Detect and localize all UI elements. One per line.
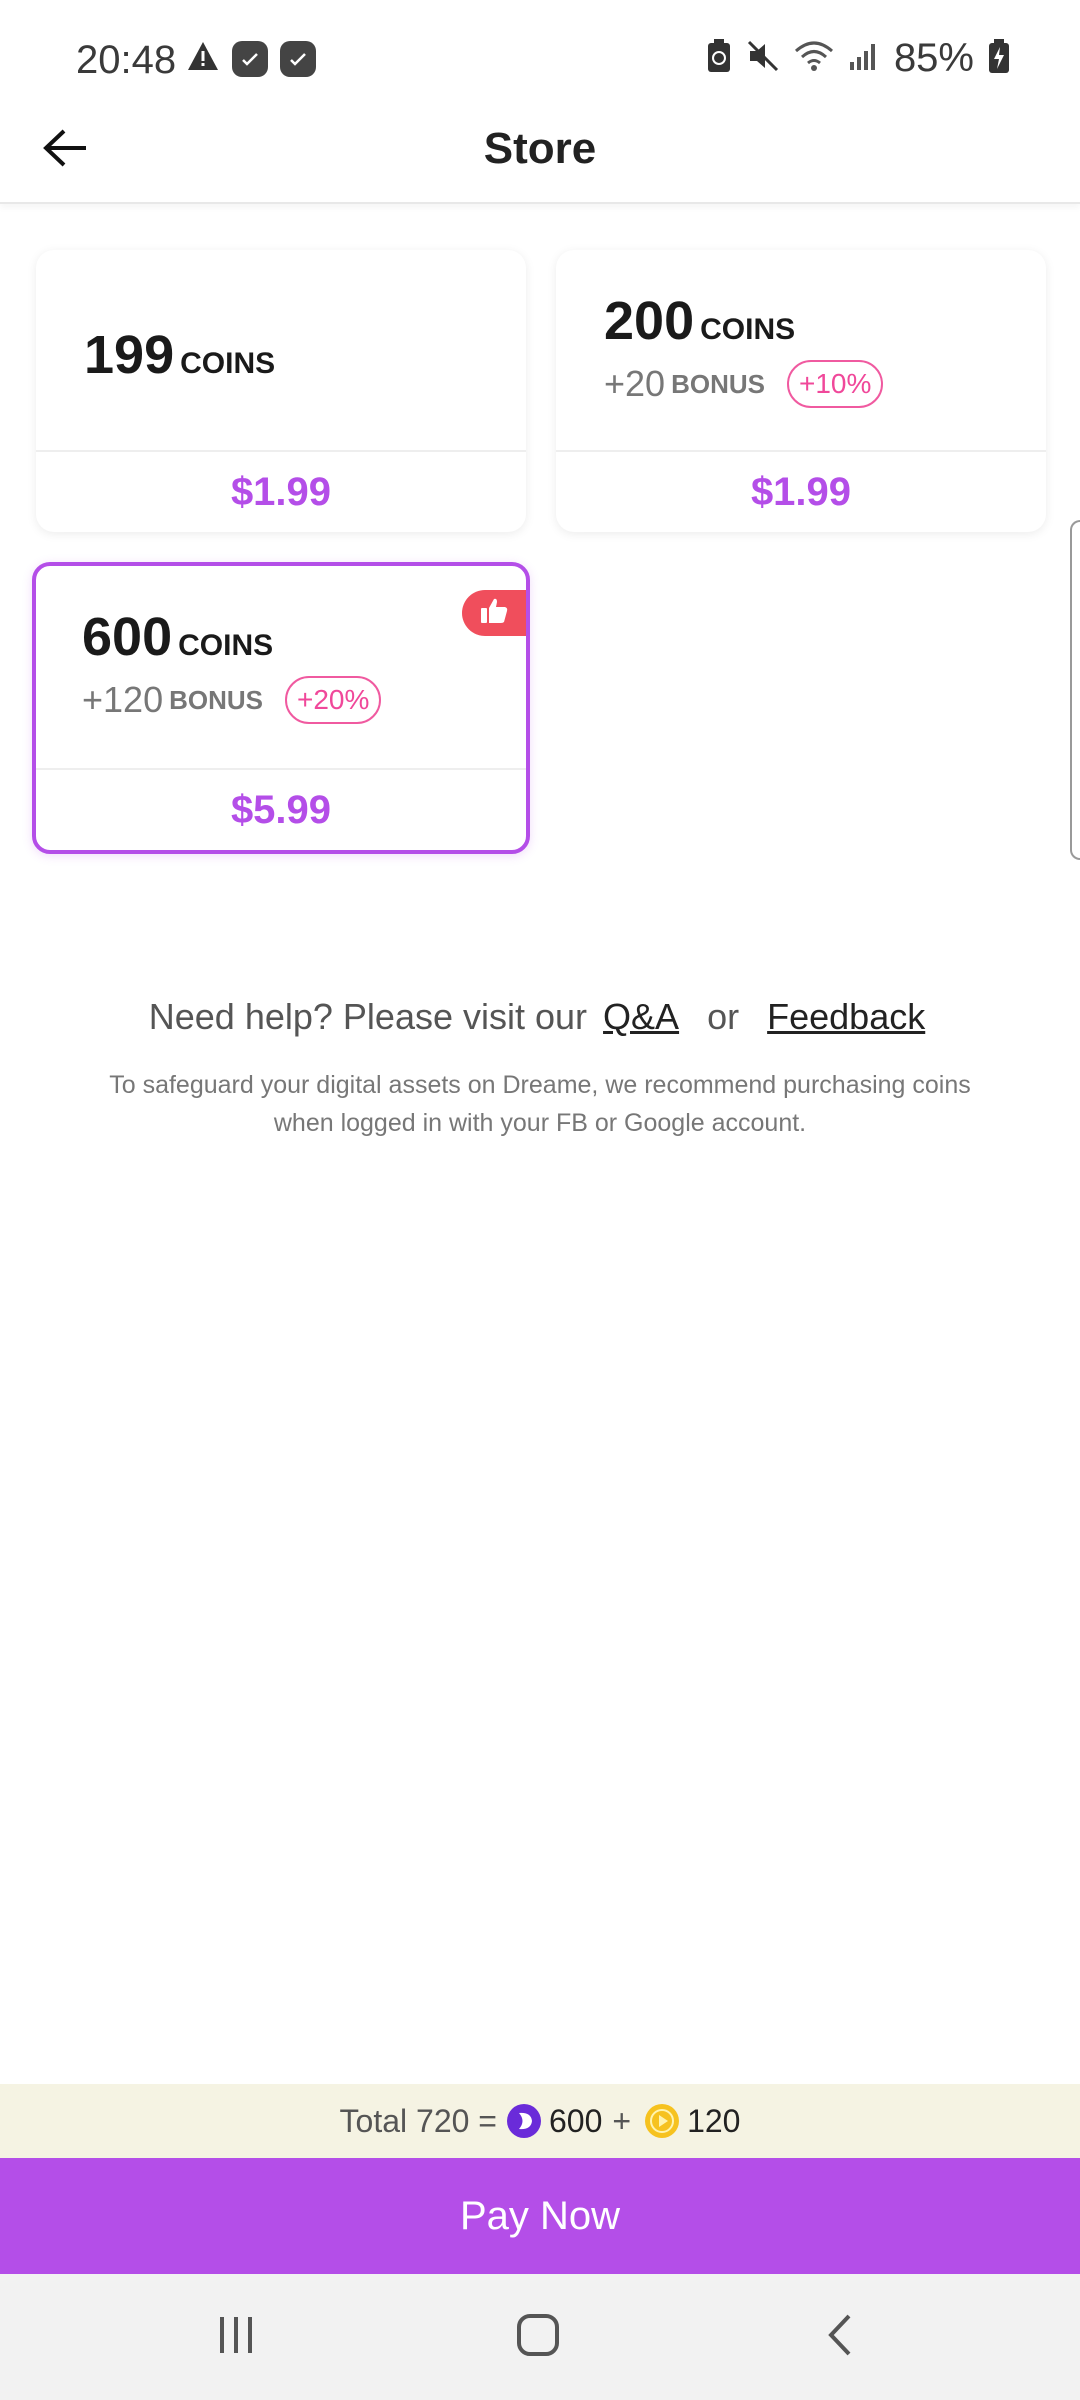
coins-unit: COINS [180,347,276,380]
mute-icon [746,39,780,78]
total-bonus: 120 [687,2102,741,2139]
coins-number: 199 [84,325,175,385]
warning-icon [186,40,220,77]
coins-amount: 200 COINS [604,290,795,352]
help-text: Need help? Please visit our Q&A or Feedb… [0,996,1080,1038]
safeguard-notice: To safeguard your digital assets on Drea… [109,1071,971,1137]
chevron-left-icon [825,2313,855,2362]
app-icon [232,40,268,77]
total-summary: Total 720 = 600 + 120 [0,2084,1080,2158]
qa-link[interactable]: Q&A [603,996,679,1037]
bonus-percent-badge: +10% [786,360,884,408]
status-time: 20:48 [76,38,177,82]
coins-amount: 199 COINS [84,324,275,386]
feedback-link[interactable]: Feedback [767,996,925,1037]
thumbs-up-icon [479,597,509,630]
battery-percent: 85% [893,36,974,80]
status-bar: 20:48 85% [0,0,1080,120]
bonus-coin-icon [645,2104,680,2138]
package-info: 600 COINS +120 BONUS +20% [36,566,526,770]
bonus-number: +20 [604,363,666,404]
edge-panel-handle[interactable] [1070,520,1080,860]
bonus-amount: +120 BONUS +20% [82,676,382,724]
app-header: Store [0,120,1080,204]
bonus-unit: BONUS [169,684,263,715]
help-prefix: Need help? Please visit our [148,996,588,1037]
coins-unit: COINS [700,313,796,346]
wifi-icon [794,39,834,78]
coins-number: 600 [82,607,173,667]
coins-number: 200 [604,291,695,351]
dreame-coin-icon [506,2104,541,2138]
coins-amount: 600 COINS [82,606,273,668]
total-plus: + [612,2102,632,2139]
package-info: 200 COINS +20 BONUS +10% [556,250,1046,452]
package-info: 199 COINS [36,250,526,452]
total-label: Total 720 = [339,2102,497,2139]
coin-package-card-selected[interactable]: 600 COINS +120 BONUS +20% $5.99 [32,562,530,854]
coin-package-card[interactable]: 200 COINS +20 BONUS +10% $1.99 [556,250,1046,532]
total-coins: 600 [548,2102,603,2139]
package-price: $1.99 [750,470,852,514]
coin-package-card[interactable]: 199 COINS $1.99 [36,250,526,532]
recommended-badge [462,590,526,636]
system-back-button[interactable] [800,2304,880,2370]
help-or: or [707,996,740,1037]
bonus-unit: BONUS [671,368,765,399]
home-button[interactable] [498,2304,578,2370]
battery-saver-icon [706,38,732,79]
coins-unit: COINS [178,629,274,662]
package-price: $5.99 [230,788,332,832]
pay-now-button[interactable]: Pay Now [0,2158,1080,2274]
system-nav-bar [0,2274,1080,2400]
system-icons: 85% [706,36,1010,81]
bonus-amount: +20 BONUS +10% [604,360,884,408]
signal-icon [848,40,880,77]
package-price: $1.99 [230,470,332,514]
home-icon [516,2313,560,2362]
recent-apps-icon [214,2315,258,2360]
bonus-number: +120 [82,679,164,720]
notification-icons [186,40,316,77]
bonus-percent-badge: +20% [285,676,382,724]
battery-charging-icon [988,38,1010,79]
app-icon [280,40,316,77]
recent-apps-button[interactable] [196,2304,276,2370]
page-title: Store [483,124,597,173]
